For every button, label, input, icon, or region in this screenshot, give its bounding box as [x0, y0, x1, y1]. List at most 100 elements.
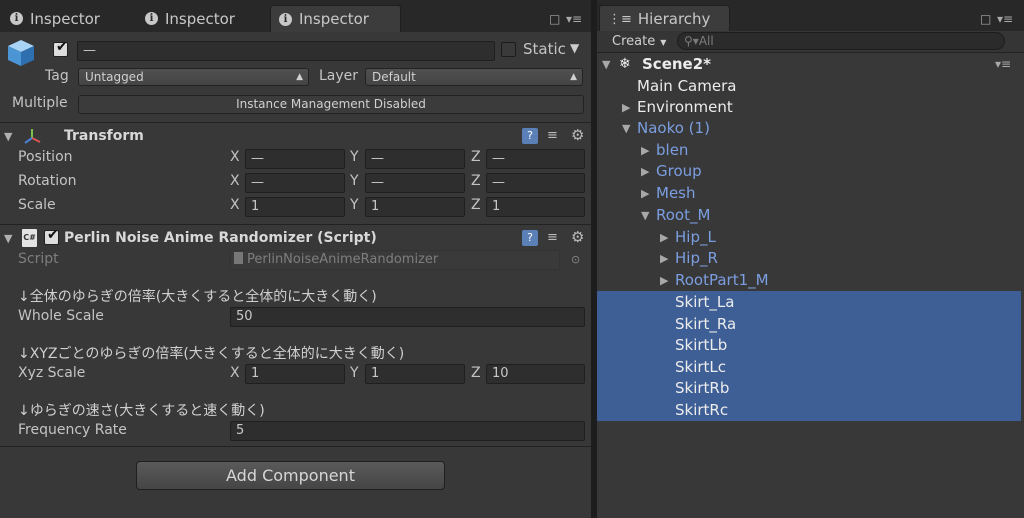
expand-icon[interactable]: ▶ — [622, 97, 630, 118]
csharp-script-icon: C# — [22, 229, 37, 247]
tab-inspector-1[interactable]: i Inspector — [2, 5, 130, 32]
header-note-xyz: ↓XYZごとのゆらぎの倍率(大きくすると全体的に大きく動く) — [18, 346, 405, 362]
position-y-field[interactable]: — — [365, 149, 465, 169]
scene-foldout-icon[interactable]: ▼ — [602, 54, 610, 75]
script-enabled-checkbox[interactable]: ✔ — [44, 227, 59, 245]
axis-x-label: X — [230, 173, 240, 189]
static-dropdown-icon[interactable]: ▼ — [570, 41, 579, 55]
help-icon[interactable]: ? — [522, 128, 538, 144]
help-icon[interactable]: ? — [522, 230, 538, 246]
collapse-icon[interactable]: ▼ — [641, 205, 649, 226]
expand-icon[interactable]: ▶ — [660, 270, 668, 291]
frequency-rate-field[interactable]: 5 — [230, 421, 585, 441]
scale-z-field[interactable]: 1 — [486, 197, 585, 217]
expand-icon[interactable]: ▶ — [660, 227, 668, 248]
xyz-scale-z-field[interactable]: 10 — [486, 364, 585, 384]
chevron-down-icon: ▼ — [660, 38, 667, 47]
gear-icon[interactable]: ⚙ — [571, 126, 587, 144]
layer-dropdown[interactable]: Default ▲ — [365, 68, 583, 86]
hierarchy-item[interactable]: ▶ Environment — [597, 97, 1021, 118]
item-label: Environment — [637, 98, 733, 116]
instance-management-button[interactable]: Instance Management Disabled — [78, 95, 584, 114]
collapse-icon[interactable]: ▼ — [622, 118, 630, 139]
expand-icon[interactable]: ▶ — [660, 248, 668, 269]
position-x-field[interactable]: — — [245, 149, 345, 169]
frequency-rate-label: Frequency Rate — [18, 422, 127, 438]
search-icon: ⚲▾ — [684, 34, 699, 48]
rotation-y-field[interactable]: — — [365, 173, 465, 193]
hierarchy-item-selected[interactable]: SkirtRc — [597, 400, 1021, 421]
static-checkbox[interactable] — [501, 42, 516, 57]
active-checkbox[interactable]: ✔ — [53, 39, 68, 57]
item-label: Hip_L — [675, 228, 716, 246]
axis-y-label: Y — [350, 365, 359, 381]
hierarchy-item[interactable]: ▶ Hip_R — [597, 248, 1021, 269]
updown-icon: ▲ — [570, 72, 577, 82]
hierarchy-item[interactable]: ▶ Group — [597, 161, 1021, 182]
position-z-field[interactable]: — — [486, 149, 585, 169]
info-icon: i — [145, 12, 158, 25]
panel-menu-icon[interactable]: ▾≡ — [566, 12, 582, 26]
tab-label: Inspector — [165, 9, 235, 28]
tab-inspector-2[interactable]: i Inspector — [137, 5, 265, 32]
xyz-scale-x-field[interactable]: 1 — [245, 364, 345, 384]
layer-value: Default — [372, 70, 416, 84]
hierarchy-item[interactable]: ▶ blen — [597, 140, 1021, 161]
separator — [0, 224, 591, 225]
hierarchy-item-selected[interactable]: SkirtRb — [597, 378, 1021, 399]
script-component-title: Perlin Noise Anime Randomizer (Script) — [64, 230, 377, 246]
lock-icon[interactable]: □ — [980, 12, 991, 26]
script-foldout-icon[interactable]: ▼ — [4, 232, 12, 245]
tag-value: Untagged — [85, 70, 144, 84]
xyz-scale-y-field[interactable]: 1 — [365, 364, 465, 384]
gear-icon[interactable]: ⚙ — [571, 228, 587, 246]
transform-foldout-icon[interactable]: ▼ — [4, 130, 12, 143]
rotation-x-field[interactable]: — — [245, 173, 345, 193]
search-field[interactable]: ⚲▾All — [677, 32, 1005, 50]
axis-x-label: X — [230, 365, 240, 381]
object-name-field[interactable]: — — [77, 41, 495, 61]
tab-hierarchy[interactable]: ⋮≡ Hierarchy — [599, 5, 730, 32]
hierarchy-item-selected[interactable]: SkirtLb — [597, 335, 1021, 356]
unity-scene-icon: ❄ — [619, 56, 631, 72]
object-picker-icon[interactable]: ⊙ — [571, 253, 580, 266]
preset-icon[interactable]: ≡ — [547, 230, 563, 246]
axis-y-label: Y — [350, 149, 359, 165]
separator — [0, 122, 591, 123]
rotation-z-field[interactable]: — — [486, 173, 585, 193]
scene-menu-icon[interactable]: ▾≡ — [995, 54, 1011, 75]
multiple-label: Multiple — [12, 95, 68, 111]
item-label: SkirtLb — [675, 336, 728, 354]
lock-icon[interactable]: □ — [549, 12, 560, 26]
tab-inspector-3[interactable]: i Inspector — [270, 5, 401, 32]
search-placeholder: All — [698, 34, 714, 48]
hierarchy-item[interactable]: ▶ Mesh — [597, 183, 1021, 204]
script-file-icon — [234, 252, 243, 264]
axis-x-label: X — [230, 149, 240, 165]
panel-menu-icon[interactable]: ▾≡ — [997, 12, 1013, 26]
item-label: RootPart1_M — [675, 271, 769, 289]
tag-dropdown[interactable]: Untagged ▲ — [78, 68, 309, 86]
whole-scale-label: Whole Scale — [18, 308, 104, 324]
hierarchy-item-selected[interactable]: SkirtLc — [597, 357, 1021, 378]
item-label: SkirtRb — [675, 379, 730, 397]
hierarchy-item-selected[interactable]: Skirt_Ra — [597, 314, 1021, 335]
separator — [0, 446, 591, 447]
whole-scale-field[interactable]: 50 — [230, 307, 585, 327]
scale-y-field[interactable]: 1 — [365, 197, 465, 217]
scene-row[interactable]: ▼ ❄ Scene2* ▾≡ — [597, 54, 1021, 75]
expand-icon[interactable]: ▶ — [641, 140, 649, 161]
hierarchy-item[interactable]: ▼ Naoko (1) — [597, 118, 1021, 139]
axis-z-label: Z — [471, 173, 481, 189]
hierarchy-item[interactable]: ▼ Root_M — [597, 205, 1021, 226]
scale-x-field[interactable]: 1 — [245, 197, 345, 217]
expand-icon[interactable]: ▶ — [641, 183, 649, 204]
create-dropdown[interactable]: Create ▼ — [605, 32, 667, 51]
hierarchy-item[interactable]: ▶ Hip_L — [597, 227, 1021, 248]
hierarchy-item[interactable]: ▶ RootPart1_M — [597, 270, 1021, 291]
hierarchy-item-selected[interactable]: Skirt_La — [597, 292, 1021, 313]
preset-icon[interactable]: ≡ — [547, 128, 563, 144]
hierarchy-item[interactable]: Main Camera — [597, 76, 1021, 97]
add-component-button[interactable]: Add Component — [136, 461, 445, 490]
expand-icon[interactable]: ▶ — [641, 161, 649, 182]
